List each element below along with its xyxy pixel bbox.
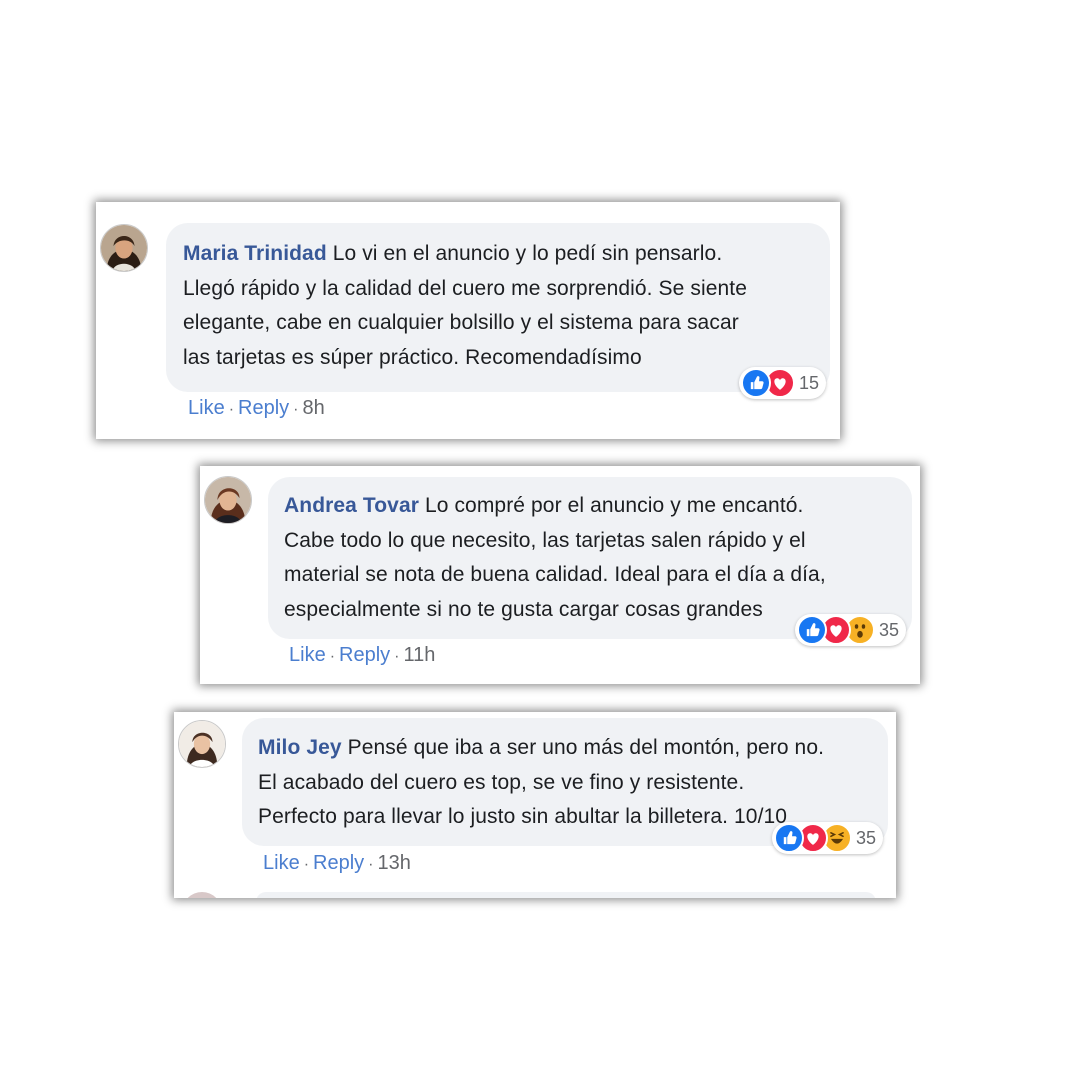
like-icon: [741, 368, 771, 398]
comment-card-1: Maria Trinidad Lo vi en el anuncio y lo …: [96, 202, 840, 439]
next-comment-avatar: [182, 892, 222, 898]
reaction-count: 35: [879, 619, 900, 640]
comment-text: Maria Trinidad Lo vi en el anuncio y lo …: [183, 237, 833, 375]
comment-text: Milo Jey Pensé que iba a ser uno más del…: [258, 731, 888, 835]
separator-dot: ·: [228, 401, 235, 418]
timestamp[interactable]: 13h: [378, 852, 411, 874]
comment-line: Lo vi en el anuncio y lo pedí sin pensar…: [332, 242, 723, 265]
avatar[interactable]: [178, 720, 226, 768]
comment-line: especialmente si no te gusta cargar cosa…: [284, 597, 763, 621]
like-button[interactable]: Like: [263, 852, 300, 874]
like-button[interactable]: Like: [188, 397, 225, 419]
reactions-summary[interactable]: 35: [795, 614, 907, 646]
separator-dot: ·: [293, 401, 299, 418]
comment-actions: Like · Reply · 11h: [289, 644, 435, 667]
comment-line: las tarjetas es súper práctico. Recomend…: [183, 345, 642, 369]
avatar-photo: [205, 477, 251, 523]
next-comment-bubble: [256, 892, 876, 898]
comment-line: Pensé que iba a ser uno más del montón, …: [347, 736, 825, 759]
commenter-name[interactable]: Maria Trinidad: [183, 242, 327, 265]
avatar-photo: [101, 225, 147, 271]
separator-dot: ·: [303, 856, 310, 873]
avatar-photo: [179, 721, 225, 767]
comment-line: Perfecto para llevar lo justo sin abulta…: [258, 805, 788, 828]
commenter-name[interactable]: Milo Jey: [258, 736, 342, 759]
timestamp[interactable]: 8h: [303, 397, 325, 419]
comment-card-2: Andrea Tovar Lo compré por el anuncio y …: [200, 466, 920, 684]
reply-button[interactable]: Reply: [238, 397, 289, 419]
reactions-summary[interactable]: 35: [772, 822, 884, 854]
commenter-name[interactable]: Andrea Tovar: [284, 494, 419, 517]
avatar[interactable]: [100, 224, 148, 272]
comment-line: Cabe todo lo que necesito, las tarjetas …: [284, 528, 806, 552]
separator-dot: ·: [394, 648, 400, 665]
comment-line: elegante, cabe en cualquier bolsillo y e…: [183, 311, 739, 334]
like-button[interactable]: Like: [289, 644, 326, 666]
separator-dot: ·: [368, 856, 374, 873]
reply-button[interactable]: Reply: [313, 852, 364, 874]
timestamp[interactable]: 11h: [404, 644, 436, 666]
comment-line: El acabado del cuero es top, se ve fino …: [258, 770, 745, 794]
avatar[interactable]: [204, 476, 252, 524]
comment-line: material se nota de buena calidad. Ideal…: [284, 563, 826, 586]
like-icon: [797, 615, 827, 645]
reactions-summary[interactable]: 15: [739, 367, 827, 399]
comment-actions: Like · Reply · 8h: [188, 397, 325, 420]
comment-text: Andrea Tovar Lo compré por el anuncio y …: [284, 489, 914, 627]
comment-line: Llegó rápido y la calidad del cuero me s…: [183, 276, 748, 300]
comment-actions: Like · Reply · 13h: [263, 852, 411, 875]
reply-button[interactable]: Reply: [339, 644, 390, 666]
reaction-count: 15: [799, 372, 820, 393]
comment-line: Lo compré por el anuncio y me encantó.: [424, 494, 804, 517]
comment-card-3: Milo Jey Pensé que iba a ser uno más del…: [174, 712, 896, 898]
separator-dot: ·: [329, 648, 336, 665]
like-icon: [774, 823, 804, 853]
reaction-count: 35: [856, 827, 877, 848]
